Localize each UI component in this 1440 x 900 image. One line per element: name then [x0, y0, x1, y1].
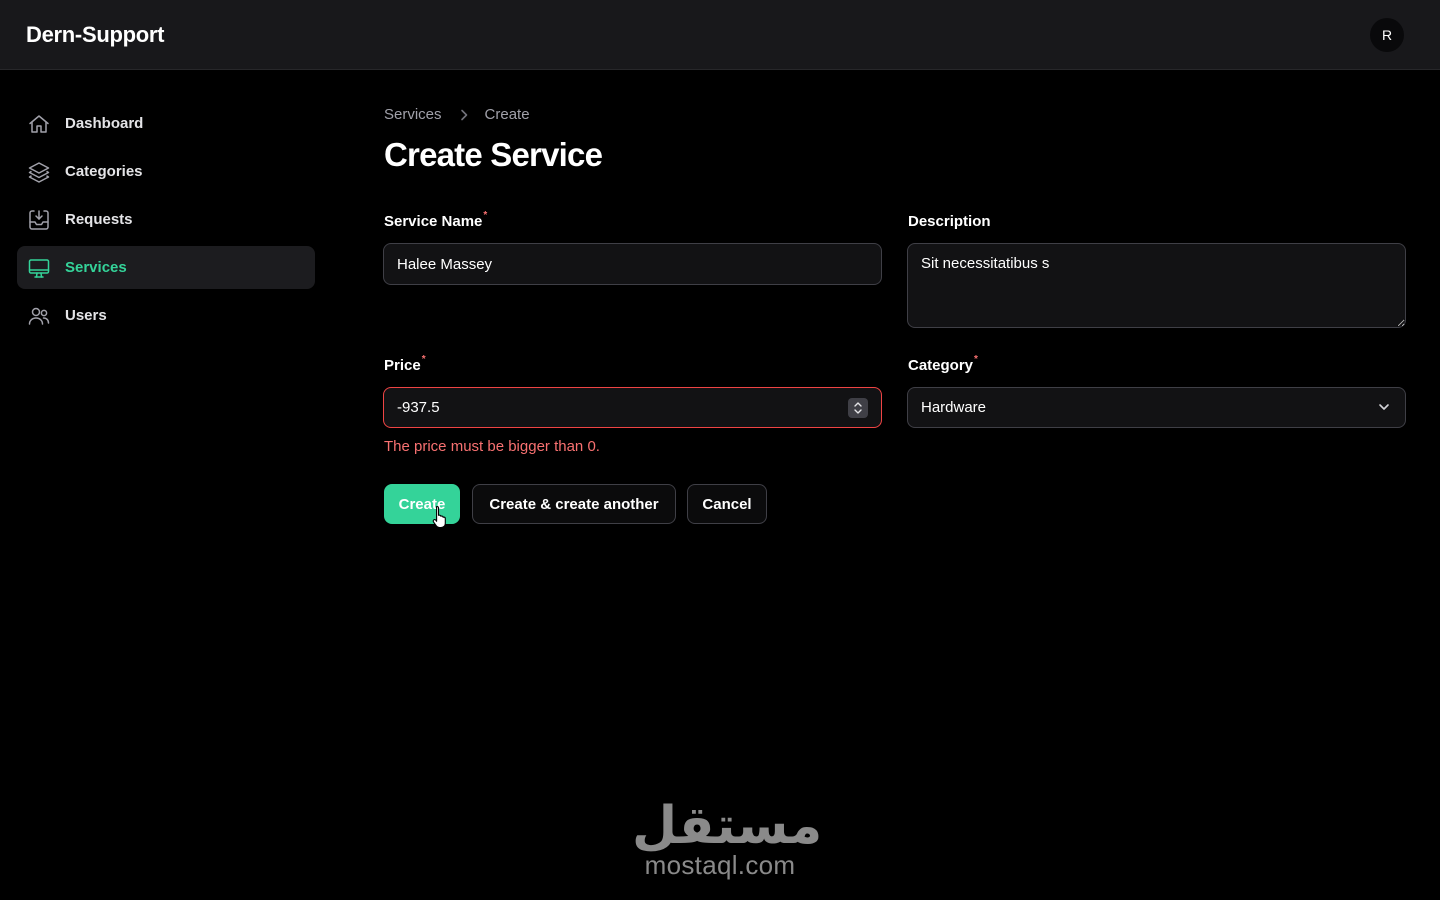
home-icon: [27, 112, 51, 136]
hand-pointer-cursor-icon: [432, 505, 448, 534]
price-error-message: The price must be bigger than 0.: [384, 438, 600, 455]
description-textarea[interactable]: Sit necessitatibus s: [907, 243, 1406, 328]
breadcrumb-item-services[interactable]: Services: [384, 106, 442, 123]
sidebar-item-label: Services: [65, 259, 127, 276]
inbox-icon: [27, 208, 51, 232]
watermark-arabic-text: مستقل: [632, 797, 823, 855]
brand-logo-text[interactable]: Dern-Support: [26, 22, 164, 48]
service-name-label-text: Service Name: [384, 213, 483, 230]
users-icon: [27, 304, 51, 328]
create-button[interactable]: Create: [384, 484, 460, 524]
service-name-input[interactable]: [383, 243, 882, 285]
sidebar-item-label: Categories: [65, 163, 143, 180]
top-bar: Dern-Support R: [0, 0, 1440, 70]
required-mark: *: [974, 354, 978, 365]
sidebar-item-label: Requests: [65, 211, 133, 228]
user-avatar[interactable]: R: [1370, 18, 1404, 52]
sidebar-item-label: Users: [65, 307, 107, 324]
sidebar-item-services[interactable]: Services: [17, 246, 315, 289]
price-stepper[interactable]: [848, 398, 868, 418]
sidebar-item-categories[interactable]: Categories: [17, 150, 315, 193]
price-label: Price*: [384, 354, 426, 374]
category-label-text: Category: [908, 357, 974, 374]
required-mark: *: [483, 210, 488, 221]
cancel-button[interactable]: Cancel: [687, 484, 767, 524]
sidebar-item-dashboard[interactable]: Dashboard: [17, 102, 315, 145]
chevron-down-icon: [1377, 400, 1391, 414]
watermark-logo: مستقل mostaql.com: [632, 797, 823, 880]
sidebar-nav: Dashboard Categories Requests Services U…: [17, 102, 315, 342]
price-label-text: Price: [384, 357, 421, 374]
create-another-button[interactable]: Create & create another: [472, 484, 676, 524]
stepper-arrows-icon: [854, 402, 862, 414]
sidebar-item-users[interactable]: Users: [17, 294, 315, 337]
category-selected-value: Hardware: [921, 399, 987, 416]
required-mark: *: [421, 354, 426, 365]
layers-icon: [27, 160, 51, 184]
service-name-label: Service Name*: [384, 210, 488, 230]
monitor-icon: [27, 256, 51, 280]
watermark-latin-text: mostaql.com: [644, 850, 796, 880]
description-label: Description: [908, 213, 991, 230]
sidebar-item-requests[interactable]: Requests: [17, 198, 315, 241]
breadcrumb-item-create: Create: [484, 106, 530, 123]
price-input[interactable]: [383, 387, 882, 428]
chevron-right-icon: [459, 109, 469, 121]
category-label: Category*: [908, 354, 978, 374]
sidebar-item-label: Dashboard: [65, 115, 144, 132]
page-title: Create Service: [384, 136, 603, 173]
breadcrumb: Services Create: [384, 106, 530, 123]
category-select[interactable]: Hardware: [907, 387, 1406, 428]
